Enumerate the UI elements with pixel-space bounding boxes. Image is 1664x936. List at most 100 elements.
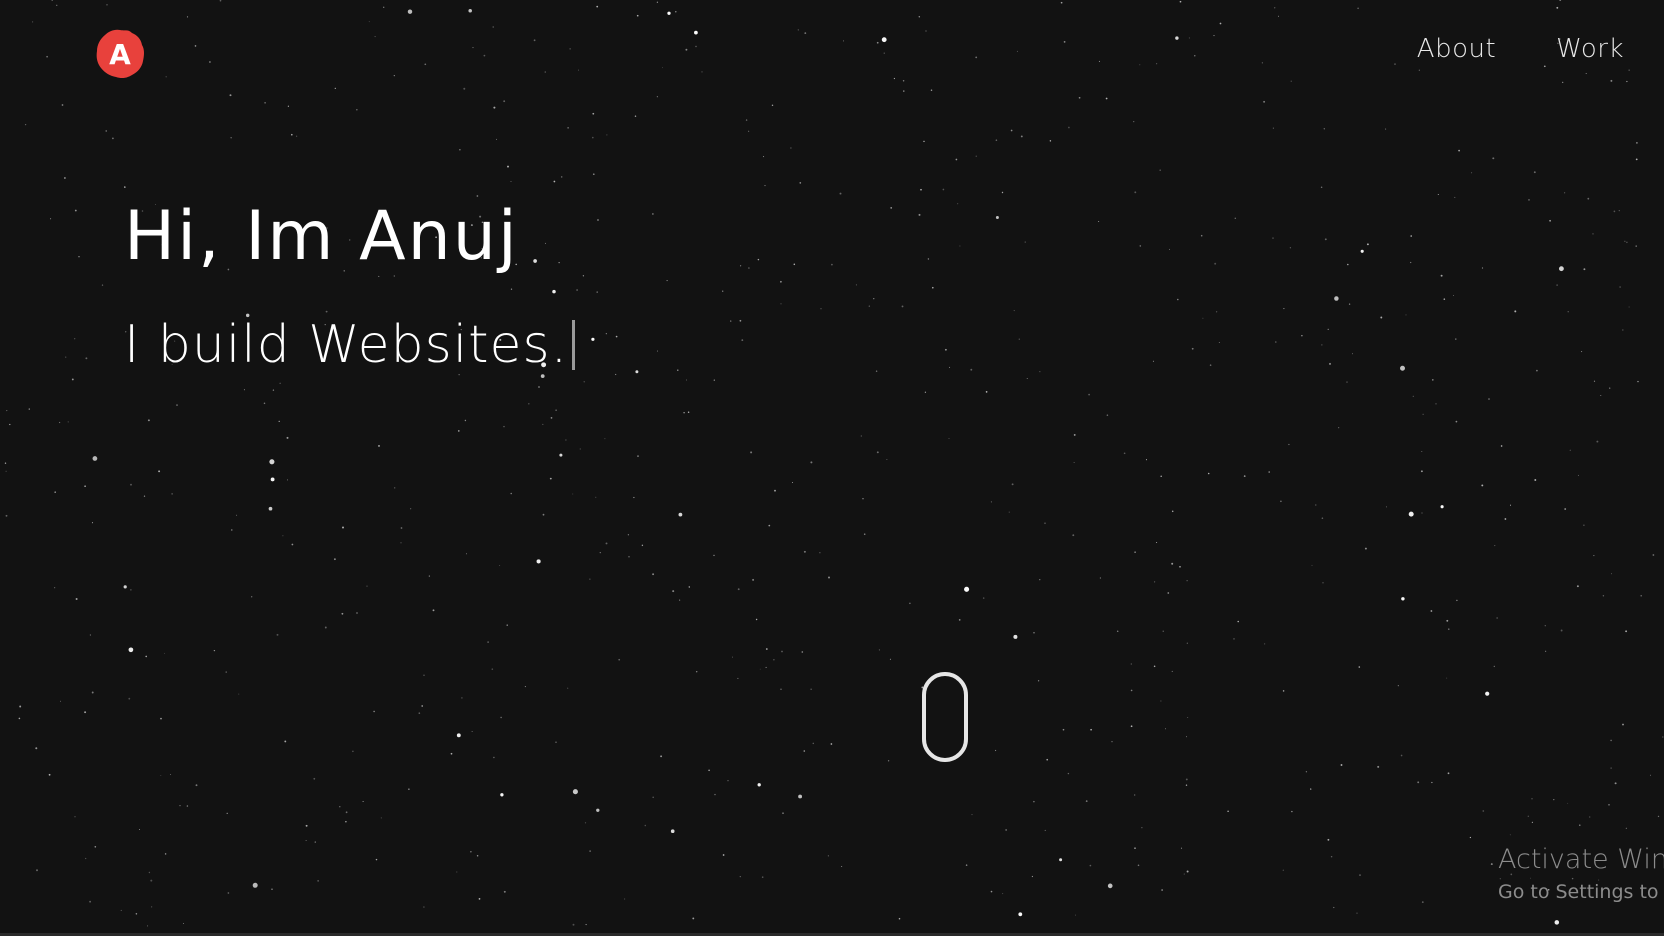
star — [491, 668, 494, 670]
star — [1179, 0, 1182, 3]
star — [9, 423, 11, 426]
star — [1282, 690, 1285, 692]
star — [1098, 220, 1100, 223]
star — [644, 824, 647, 827]
brand-logo-icon[interactable]: A — [94, 28, 146, 80]
star — [1352, 353, 1354, 355]
star — [652, 573, 655, 576]
star — [463, 87, 466, 90]
star — [208, 61, 211, 63]
star — [1278, 15, 1280, 17]
star — [1534, 479, 1537, 481]
hero-title: Hi, Im Anuj — [124, 197, 519, 276]
star — [120, 909, 122, 911]
star — [1171, 562, 1174, 565]
star — [264, 101, 266, 104]
star — [1500, 445, 1503, 447]
star — [1635, 245, 1637, 247]
star — [661, 67, 663, 69]
star — [500, 793, 504, 797]
star — [92, 456, 98, 461]
star — [503, 425, 505, 428]
star — [615, 373, 617, 376]
star — [605, 333, 607, 335]
star — [1152, 360, 1154, 362]
star — [1536, 369, 1538, 372]
star — [1596, 440, 1599, 443]
star — [827, 855, 829, 857]
star — [1194, 55, 1196, 57]
star — [1394, 63, 1396, 65]
mouse-scroll-icon[interactable] — [922, 672, 968, 762]
star — [101, 284, 104, 286]
star — [1162, 630, 1164, 632]
nav-link-about[interactable]: About — [1417, 34, 1496, 64]
star — [464, 419, 467, 422]
star — [1002, 893, 1004, 895]
star — [759, 668, 761, 670]
star — [1608, 804, 1610, 806]
star — [1059, 858, 1063, 862]
star — [143, 495, 146, 497]
star — [1610, 573, 1612, 575]
star — [164, 652, 165, 654]
star — [1214, 262, 1217, 265]
star — [730, 320, 732, 322]
star — [667, 11, 671, 15]
star — [1334, 296, 1339, 301]
star — [656, 96, 658, 98]
star — [51, 0, 53, 2]
star — [1471, 172, 1473, 174]
star — [599, 551, 601, 554]
star — [1018, 912, 1023, 917]
hero-subtitle-row: I build Websites. — [124, 316, 576, 374]
star — [91, 691, 94, 694]
star — [287, 105, 289, 107]
star — [1593, 555, 1595, 557]
watermark-subtitle: Go to Settings to — [1498, 881, 1659, 903]
star — [54, 587, 56, 589]
star — [470, 851, 472, 853]
star — [65, 356, 67, 358]
nav-link-work[interactable]: Work — [1556, 34, 1624, 64]
star — [555, 409, 557, 411]
star — [589, 850, 591, 852]
star — [1348, 303, 1351, 305]
star — [970, 368, 973, 371]
star — [1018, 338, 1020, 340]
star — [797, 29, 799, 31]
star — [56, 4, 58, 6]
star — [186, 805, 189, 807]
star — [948, 437, 950, 440]
star — [1089, 864, 1092, 867]
star — [1186, 642, 1188, 644]
star — [739, 319, 742, 322]
star — [493, 106, 496, 109]
star — [1527, 815, 1529, 817]
star — [1139, 245, 1142, 247]
star — [1614, 782, 1617, 785]
star — [465, 553, 468, 555]
star — [553, 180, 556, 183]
star — [741, 339, 744, 342]
star — [569, 48, 571, 50]
star — [408, 788, 410, 790]
star — [701, 71, 703, 73]
star — [1440, 505, 1444, 509]
star — [74, 338, 76, 340]
star — [656, 350, 659, 352]
star — [683, 412, 685, 414]
star — [584, 822, 587, 824]
star — [1237, 620, 1239, 623]
star — [876, 41, 879, 44]
star — [1185, 784, 1188, 786]
star — [24, 123, 27, 126]
star — [924, 391, 927, 393]
star — [780, 303, 782, 305]
star — [1418, 69, 1420, 71]
star — [902, 79, 905, 82]
star — [1305, 771, 1308, 773]
star — [1263, 643, 1266, 645]
hero-section: Hi, Im Anuj I build Websites. — [124, 197, 576, 374]
star — [1543, 65, 1546, 68]
